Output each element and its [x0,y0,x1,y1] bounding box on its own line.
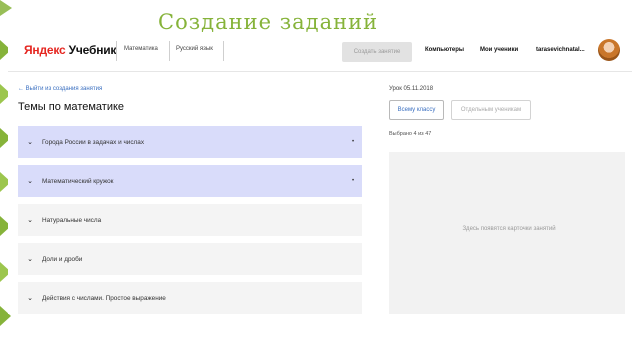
chevron-down-icon[interactable]: ⌄ [18,216,42,224]
my-students-link[interactable]: Мои ученики [480,47,518,53]
topic-label: Города России в задачах и числах [42,138,145,146]
topic-row[interactable]: ⌄ Натуральные числа [18,204,362,236]
chevron-down-icon[interactable]: ⌄ [18,138,42,146]
header-divider [223,41,224,61]
topic-selected-marker: • [351,139,355,145]
header-separator [8,71,632,72]
yandex-uchebnik-logo[interactable]: Яндекс Учебник [24,43,116,57]
topic-row[interactable]: ⌄ Города России в задачах и числах • [18,126,362,158]
tab-whole-class[interactable]: Всему классу [389,100,444,120]
subject-link-math[interactable]: Математика [124,46,158,52]
topic-label: Действия с числами. Простое выражение [42,294,166,302]
topic-row[interactable]: ⌄ Действия с числами. Простое выражение [18,282,362,314]
topic-label: Натуральные числа [42,216,102,224]
selected-count: Выбрано 4 из 47 [389,131,432,137]
cards-placeholder-text: Здесь появятся карточки занятий [462,226,556,232]
logo-brand: Яндекс [24,43,66,57]
topic-label: Математический кружок [42,177,114,185]
decor-triangle-top [0,0,12,16]
top-header: Яндекс Учебник Математика Русский язык С… [8,34,632,70]
chevron-down-icon[interactable]: ⌄ [18,177,42,185]
computers-link[interactable]: Компьютеры [425,47,464,53]
header-divider [169,41,170,61]
avatar[interactable] [598,39,620,61]
slide-title: Создание заданий [158,10,379,34]
user-name[interactable]: tarasevichnatal... [536,47,585,53]
app-window: Яндекс Учебник Математика Русский язык С… [8,34,632,314]
topic-selected-marker: • [351,178,355,184]
chevron-down-icon[interactable]: ⌄ [18,294,42,302]
lesson-date: Урок 05.11.2018 [389,86,434,92]
tab-individual-students[interactable]: Отдельным ученикам [451,100,531,120]
subject-link-russian[interactable]: Русский язык [176,46,213,52]
lesson-cards-area: Здесь появятся карточки занятий [389,152,625,314]
topics-heading: Темы по математике [18,101,125,113]
create-lesson-button[interactable]: Создать занятие [342,42,412,62]
topic-row[interactable]: ⌄ Доли и дроби [18,243,362,275]
logo-product: Учебник [68,43,117,57]
exit-lesson-creation-link[interactable]: ← Выйти из создания занятия [18,86,102,92]
topic-label: Доли и дроби [42,255,83,263]
topic-row[interactable]: ⌄ Математический кружок • [18,165,362,197]
chevron-down-icon[interactable]: ⌄ [18,255,42,263]
header-divider [116,41,117,61]
